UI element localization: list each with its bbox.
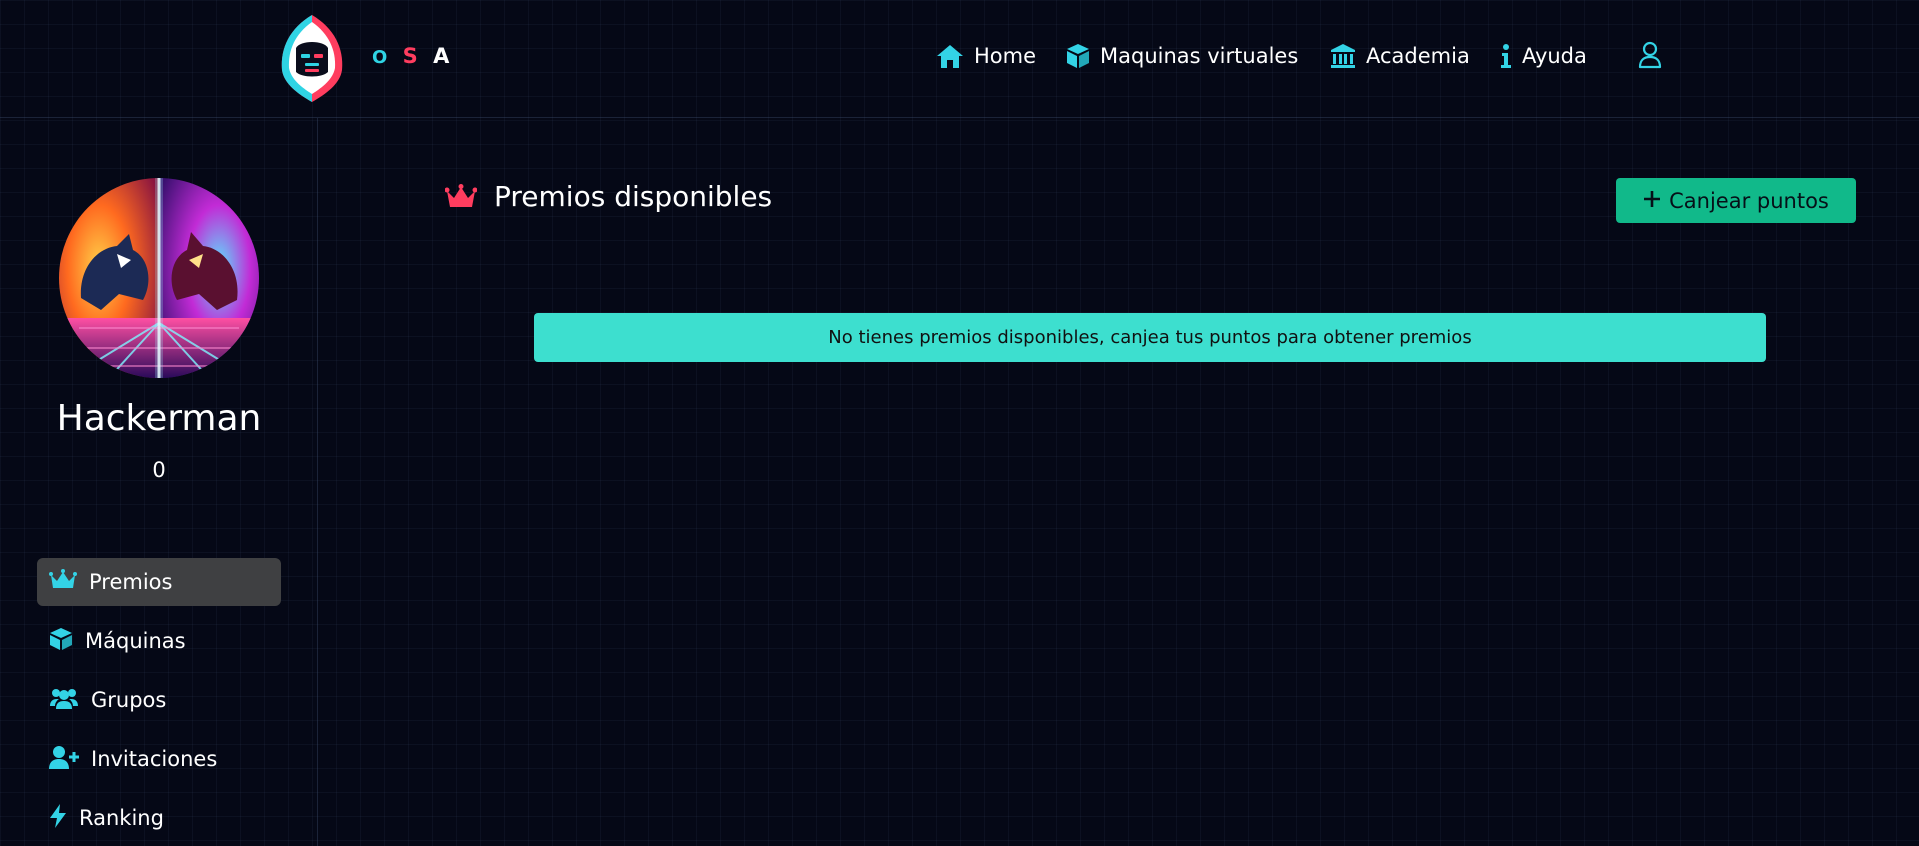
avatar [59, 178, 259, 378]
brand-name: O S A [372, 44, 453, 68]
nav-ayuda-label: Ayuda [1522, 44, 1587, 68]
profile-points: 0 [152, 458, 166, 482]
sidebar-item-ranking[interactable]: Ranking [37, 794, 281, 842]
brand-letter-s: S [402, 44, 422, 68]
nav-ayuda[interactable]: Ayuda [1500, 40, 1587, 72]
nav-maquinas-virtuales[interactable]: Maquinas virtuales [1066, 40, 1298, 72]
cube-icon [49, 627, 73, 655]
brand-letter-o: O [372, 47, 392, 68]
profile-username: Hackerman [56, 398, 262, 439]
sidebar-item-invitaciones[interactable]: Invitaciones [37, 735, 281, 783]
sidebar-item-maquinas-label: Máquinas [85, 629, 186, 653]
bank-icon [1330, 43, 1356, 69]
crown-icon [444, 184, 478, 214]
profile-sidebar: Hackerman 0 Premios Máquinas Grupos Invi… [0, 118, 318, 846]
osa-logo[interactable] [276, 12, 348, 104]
nav-maquinas-virtuales-label: Maquinas virtuales [1100, 44, 1299, 68]
redeem-points-label: Canjear puntos [1669, 188, 1829, 213]
page-title: Premios disponibles [494, 180, 773, 213]
sidebar-item-grupos-label: Grupos [91, 688, 167, 712]
info-icon [1500, 43, 1512, 69]
nav-academia[interactable]: Academia [1330, 40, 1470, 72]
user-icon[interactable] [1638, 41, 1662, 73]
brand-letter-a: A [433, 44, 454, 68]
sidebar-item-maquinas[interactable]: Máquinas [37, 617, 281, 665]
sidebar-item-grupos[interactable]: Grupos [37, 676, 281, 724]
nav-home[interactable]: Home [936, 40, 1036, 72]
top-navbar: O S A Home Maquinas virtuales Academia A… [0, 0, 1919, 118]
sidebar-item-premios[interactable]: Premios [37, 558, 281, 606]
bolt-icon [49, 804, 67, 832]
cube-icon [1066, 43, 1090, 69]
sidebar-item-premios-label: Premios [89, 570, 173, 594]
users-icon [49, 686, 79, 714]
home-icon [936, 43, 964, 69]
empty-rewards-alert: No tienes premios disponibles, canjea tu… [534, 313, 1766, 362]
nav-academia-label: Academia [1366, 44, 1470, 68]
plus-icon [1643, 189, 1661, 213]
crown-icon [49, 569, 77, 595]
nav-home-label: Home [974, 44, 1037, 68]
sidebar-item-ranking-label: Ranking [79, 806, 164, 830]
sidebar-item-invitaciones-label: Invitaciones [91, 747, 218, 771]
redeem-points-button[interactable]: Canjear puntos [1616, 178, 1856, 223]
user-plus-icon [49, 745, 79, 773]
